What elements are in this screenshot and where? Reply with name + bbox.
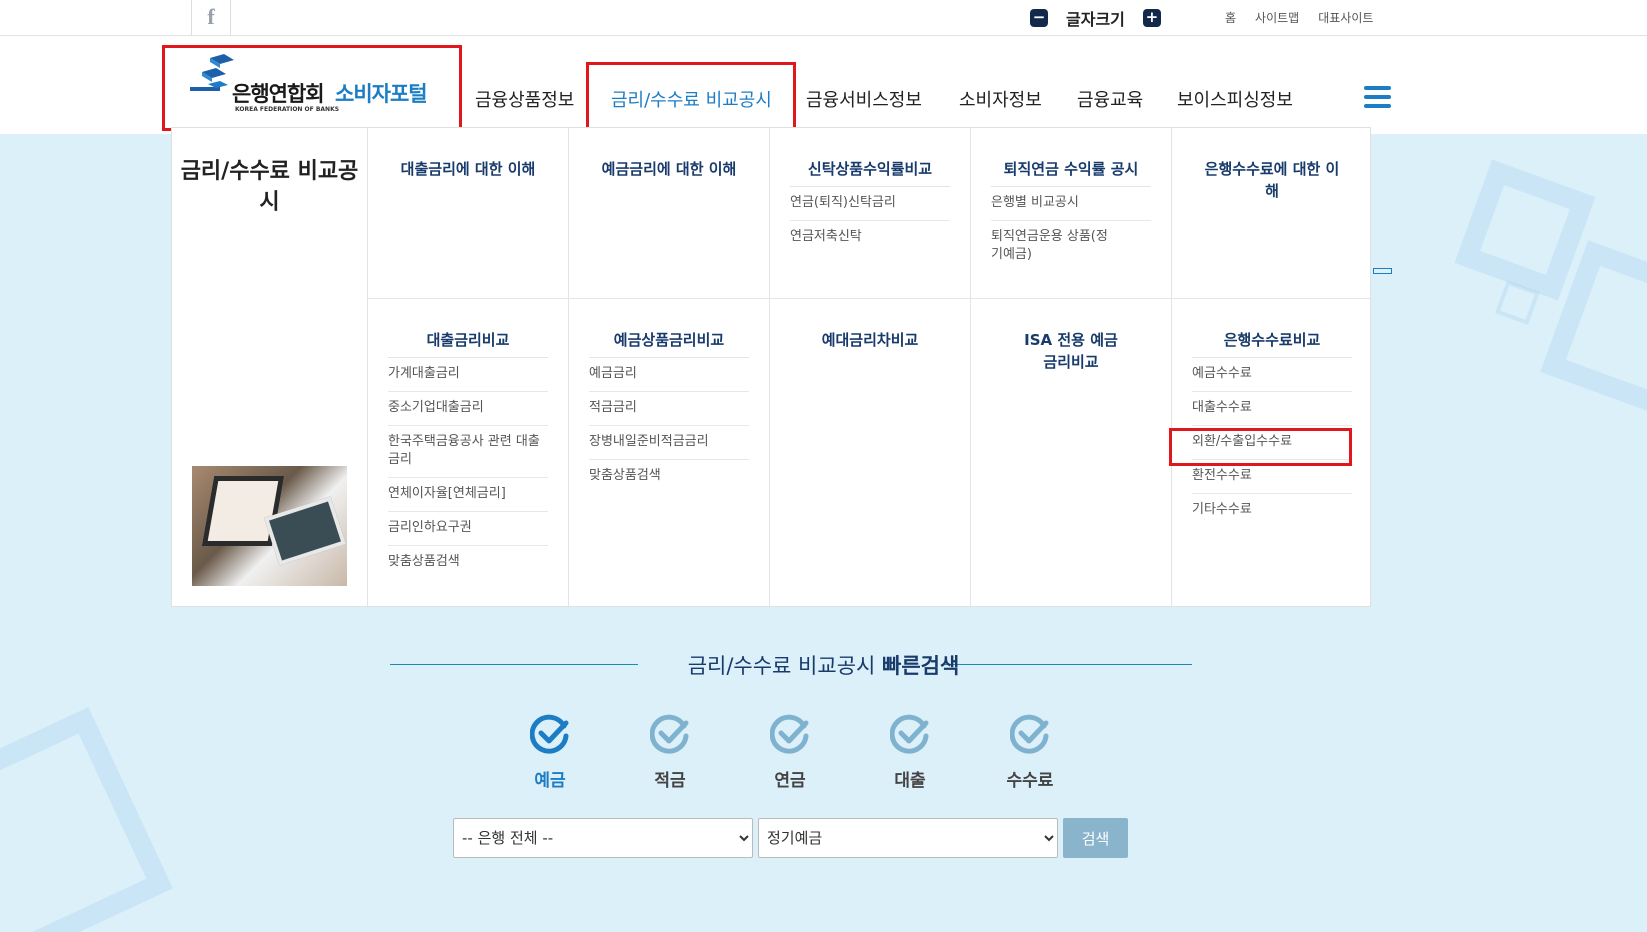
facebook-icon[interactable]: f [191,0,231,36]
menu-heading-trust-yield[interactable]: 신탁상품수익률비교 [770,158,970,186]
nav-item-financial-education[interactable]: 금융교육 [1077,86,1143,112]
quick-search-tab-loan[interactable]: 대출 [870,714,950,791]
menu-link-household-loan-rate[interactable]: 가계대출금리 [388,358,548,392]
quick-search-label: 예금 [534,771,566,791]
menu-link-deposit-rate[interactable]: 예금금리 [589,358,749,392]
check-circle-icon [1009,714,1049,754]
menu-heading-bank-fee-guide[interactable]: 은행수수료에 대한 이해 [1172,158,1372,208]
quick-search-label: 수수료 [1006,771,1054,791]
search-button[interactable]: 검색 [1063,818,1128,858]
menu-cell-trust-yield: 신탁상품수익률비교 연금(퇴직)신탁금리 연금저축신탁 [769,128,970,299]
menu-link-soldier-savings-rate[interactable]: 장병내일준비적금금리 [589,426,749,460]
quick-search-tab-savings[interactable]: 적금 [630,714,710,791]
menu-heading-retirement-pension[interactable]: 퇴직연금 수익률 공시 [971,158,1171,186]
hamburger-menu-icon[interactable] [1364,86,1391,108]
background-decoration [0,707,173,932]
highlight-box-fx-fee [1169,428,1352,466]
check-circle-icon [769,714,809,754]
product-select[interactable]: 정기예금 [758,818,1058,858]
quick-search-label: 연금 [774,771,806,791]
menu-link-custom-product-search[interactable]: 맞춤상품검색 [388,546,548,579]
menu-link-savings-rate[interactable]: 적금금리 [589,392,749,426]
bank-select[interactable]: -- 은행 전체 -- [453,818,753,858]
menu-link-sme-loan-rate[interactable]: 중소기업대출금리 [388,392,548,426]
menu-cell-loan-rate-comparison: 대출금리비교 가계대출금리 중소기업대출금리 한국주택금융공사 관련 대출금리 … [367,299,568,608]
mega-menu-title: 금리/수수료 비교공시 [172,156,367,218]
main-site-link[interactable]: 대표사이트 [1318,9,1373,26]
menu-link-custom-product-search[interactable]: 맞춤상품검색 [589,460,749,493]
menu-heading-isa-rate-comparison[interactable]: ISA 전용 예금 금리비교 [971,329,1171,379]
quick-search-title: 금리/수수료 비교공시 빠른검색 [0,650,1647,680]
nav-item-financial-products[interactable]: 금융상품정보 [475,86,574,112]
menu-cell-retirement-pension: 퇴직연금 수익률 공시 은행별 비교공시 퇴직연금운용 상품(정기예금) [970,128,1171,299]
menu-link-hf-loan-rate[interactable]: 한국주택금융공사 관련 대출금리 [388,426,548,478]
check-circle-icon [889,714,929,754]
nav-item-financial-services[interactable]: 금융서비스정보 [806,86,922,112]
quick-search-label: 대출 [894,771,926,791]
nav-item-voice-phishing[interactable]: 보이스피싱정보 [1177,86,1293,112]
menu-cell-isa-rate-comparison: ISA 전용 예금 금리비교 [970,299,1171,608]
menu-link-bank-comparison[interactable]: 은행별 비교공시 [991,187,1151,221]
menu-link-overdue-rate[interactable]: 연체이자율[연체금리] [388,478,548,512]
check-circle-icon [529,714,569,754]
menu-heading-rate-spread-comparison[interactable]: 예대금리차비교 [770,329,970,357]
menu-cell-loan-rate-guide: 대출금리에 대한 이해 [367,128,568,299]
highlight-box-logo [162,45,462,131]
menu-link-other-fee[interactable]: 기타수수료 [1192,494,1352,527]
mega-menu: 금리/수수료 비교공시 대출금리에 대한 이해 예금금리에 대한 이해 신탁상품… [171,127,1372,608]
menu-link-pension-savings-trust[interactable]: 연금저축신탁 [790,221,950,254]
menu-heading-loan-rate-guide[interactable]: 대출금리에 대한 이해 [368,158,568,186]
side-tab-indicator[interactable] [1373,268,1392,274]
quick-search-title-bold: 빠른검색 [882,654,960,678]
menu-heading-bank-fee-comparison[interactable]: 은행수수료비교 [1172,329,1372,357]
mega-menu-title-text: 금리/수수료 비교공시 [180,159,359,215]
quick-search-label: 적금 [654,771,686,791]
font-size-increase-button[interactable]: + [1142,9,1161,27]
quick-search-title-text: 금리/수수료 비교공시 [687,654,883,678]
check-circle-icon [649,714,689,754]
laptop-tablet-image [192,466,347,586]
sitemap-link[interactable]: 사이트맵 [1255,9,1299,26]
menu-link-pension-product-deposit[interactable]: 퇴직연금운용 상품(정기예금) [991,221,1151,272]
menu-cell-bank-fee-guide: 은행수수료에 대한 이해 [1171,128,1372,299]
highlight-box-nav [586,62,796,133]
menu-link-rate-cut-request[interactable]: 금리인하요구권 [388,512,548,546]
menu-cell-deposit-rate-comparison: 예금상품금리비교 예금금리 적금금리 장병내일준비적금금리 맞춤상품검색 [568,299,769,608]
menu-link-loan-fee[interactable]: 대출수수료 [1192,392,1352,426]
utility-links: 홈 사이트맵 대표사이트 [1225,9,1373,26]
menu-cell-deposit-rate-guide: 예금금리에 대한 이해 [568,128,769,299]
font-size-decrease-button[interactable]: − [1030,9,1048,27]
quick-search-tab-deposit[interactable]: 예금 [510,714,590,791]
font-size-control: − 글자크기 + [1030,6,1161,30]
menu-link-deposit-fee[interactable]: 예금수수료 [1192,358,1352,392]
utility-bar: f − 글자크기 + 홈 사이트맵 대표사이트 [0,0,1647,36]
nav-item-consumer-info[interactable]: 소비자정보 [959,86,1042,112]
menu-link-pension-trust-rate[interactable]: 연금(퇴직)신탁금리 [790,187,950,221]
home-link[interactable]: 홈 [1225,9,1236,26]
menu-heading-deposit-rate-comparison[interactable]: 예금상품금리비교 [569,329,769,357]
font-size-label: 글자크기 [1066,10,1125,29]
menu-cell-rate-spread-comparison: 예대금리차비교 [769,299,970,608]
menu-heading-loan-rate-comparison[interactable]: 대출금리비교 [368,329,568,357]
quick-search-tab-fee[interactable]: 수수료 [990,714,1070,791]
quick-search-tab-pension[interactable]: 연금 [750,714,830,791]
menu-heading-deposit-rate-guide[interactable]: 예금금리에 대한 이해 [569,158,769,186]
